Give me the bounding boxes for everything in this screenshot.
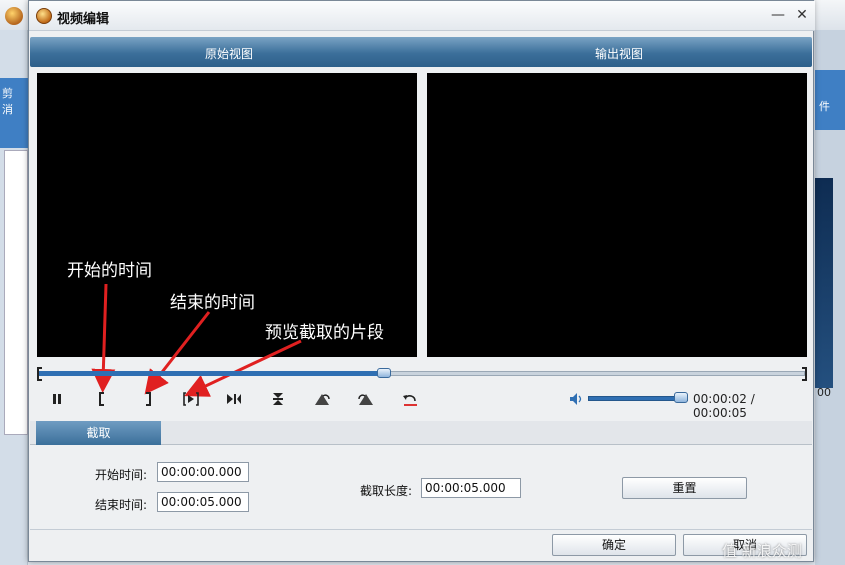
left-bracket-icon	[99, 392, 104, 406]
annotation-end-time: 结束的时间	[170, 293, 255, 313]
view-header-bar: 原始视图 输出视图	[30, 37, 812, 67]
start-time-field[interactable]	[157, 462, 249, 482]
set-end-button[interactable]	[137, 389, 159, 409]
app-logo-icon	[5, 7, 23, 25]
background-left-list	[4, 150, 28, 435]
close-icon[interactable]: ✕	[793, 6, 811, 24]
background-right-panel: 件 00	[815, 30, 845, 565]
right-bracket-icon	[146, 392, 151, 406]
volume-thumb[interactable]	[674, 392, 688, 403]
output-video-pane[interactable]	[427, 73, 807, 357]
volume-slider[interactable]	[588, 396, 688, 401]
original-video-pane[interactable]	[37, 73, 417, 357]
tab-capture[interactable]: 截取	[36, 421, 161, 445]
set-start-button[interactable]	[91, 389, 113, 409]
rotate-left-icon	[315, 394, 330, 405]
step-forward-icon	[227, 394, 241, 404]
pause-icon	[53, 394, 61, 404]
timeline-end-marker[interactable]	[802, 367, 807, 381]
preview-clip-icon	[183, 392, 199, 406]
clip-length-field[interactable]	[421, 478, 521, 498]
undo-icon	[403, 395, 417, 406]
end-time-label: 结束时间:	[95, 498, 148, 512]
reset-button[interactable]: 重置	[622, 477, 747, 499]
timeline-progress	[39, 371, 384, 376]
background-right-text: 件	[815, 70, 845, 130]
start-time-label: 开始时间:	[95, 468, 148, 482]
timeline-start-marker[interactable]	[37, 367, 42, 381]
ok-button[interactable]: 确定	[552, 534, 676, 556]
preview-clip-button[interactable]	[180, 389, 202, 409]
playback-controls: 00:00:02 / 00:00:05	[37, 385, 807, 420]
dialog-title: 视频编辑	[57, 12, 110, 27]
tab-strip: 截取	[30, 421, 812, 445]
minimize-icon[interactable]: —	[769, 6, 787, 24]
undo-button[interactable]	[399, 389, 421, 409]
background-preview	[815, 178, 833, 388]
original-view-label: 原始视图	[205, 47, 254, 61]
end-time-field[interactable]	[157, 492, 249, 512]
annotation-start-time: 开始的时间	[67, 261, 152, 281]
next-frame-button[interactable]	[223, 389, 245, 409]
rotate-right-button[interactable]	[355, 389, 377, 409]
output-view-label: 输出视图	[595, 47, 644, 61]
background-left-panel: 剪 消	[0, 30, 28, 565]
split-button[interactable]	[267, 389, 289, 409]
pause-button[interactable]	[46, 389, 68, 409]
video-edit-dialog: 视频编辑 — ✕ 原始视图 输出视图 开始的时间 结束的时间 预览截取的片段 0…	[5, 0, 815, 562]
dialog-logo-icon	[36, 8, 52, 24]
dialog-titlebar[interactable]: 视频编辑 — ✕	[5, 1, 815, 31]
clip-length-label: 截取长度:	[360, 484, 413, 498]
background-right-number: 00	[817, 386, 831, 399]
rotate-right-icon	[358, 394, 373, 405]
annotation-preview-clip: 预览截取的片段	[265, 323, 384, 343]
volume-icon[interactable]	[569, 392, 583, 406]
window-controls: — ✕	[769, 6, 811, 24]
watermark: 值 新浪众测	[722, 542, 802, 560]
split-icon	[273, 393, 283, 405]
time-readout: 00:00:02 / 00:00:05	[693, 392, 755, 420]
timeline-slider[interactable]	[37, 367, 807, 381]
footer-divider	[30, 529, 812, 530]
rotate-left-button[interactable]	[311, 389, 333, 409]
background-left-text: 剪 消	[0, 78, 28, 148]
timeline-thumb[interactable]	[377, 368, 391, 378]
